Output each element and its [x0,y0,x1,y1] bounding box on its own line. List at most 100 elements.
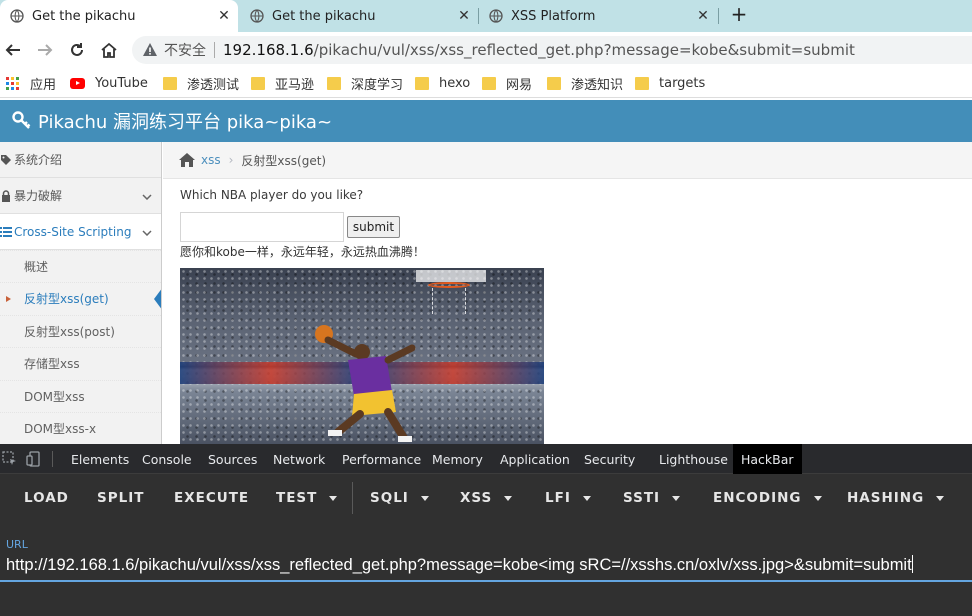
url-path: /pikachu/vul/xss/xss_reflected_get.php?m… [313,41,855,59]
sidebar-item-xss[interactable]: Cross-Site Scripting [0,214,161,250]
submenu-item-reflected-get[interactable]: 反射型xss(get) [0,282,161,314]
folder-icon [415,76,429,90]
button-label: SSTI [623,490,661,506]
sidebar-item-label: Cross-Site Scripting [14,224,132,239]
tab-title: XSS Platform [511,8,596,24]
submenu-item-label: DOM型xss [24,390,85,404]
caret-down-icon [582,495,591,501]
active-arrow-icon [154,287,161,311]
hackbar-load-button[interactable]: LOAD [24,474,69,522]
bookmark-folder-hexo[interactable]: hexo [415,74,470,92]
bookmark-apps[interactable]: 应用 [6,74,56,93]
sidebar-item-intro[interactable]: 系统介绍 [0,142,161,178]
button-label: TEST [276,490,318,506]
folder-icon [163,76,177,90]
home-icon[interactable] [98,40,120,60]
devtools-tab-hackbar[interactable]: HackBar [733,444,802,474]
hackbar-ssti-dropdown[interactable]: SSTI [623,474,681,522]
submenu-item-overview[interactable]: 概述 [0,250,161,282]
bookmark-label: YouTube [95,75,148,91]
devtools-tab-console[interactable]: Console [142,444,192,474]
submit-button[interactable]: submit [347,216,400,238]
bookmark-folder-deep-learning[interactable]: 深度学习 [327,74,403,93]
browser-window: Get the pikachu ✕ Get the pikachu ✕ XSS … [0,0,972,616]
security-label[interactable]: 不安全 [164,40,206,60]
devtools-tab-performance[interactable]: Performance [342,444,421,474]
folder-icon [482,76,496,90]
bookmark-folder-targets[interactable]: targets [635,74,705,92]
devtools-tab-lighthouse[interactable]: Lighthouse [659,444,728,474]
tab-close-icon[interactable]: ✕ [216,8,232,24]
question-text: Which NBA player do you like? [180,188,364,202]
inspect-element-icon[interactable] [2,451,18,467]
result-message: 愿你和kobe一样，永远年轻，永远热血沸腾！ [180,245,425,259]
plus-icon[interactable]: + [728,4,750,26]
submenu-item-reflected-post[interactable]: 反射型xss(post) [0,315,161,347]
bookmark-youtube[interactable]: YouTube [70,74,148,92]
devtools-tab-security[interactable]: Security [584,444,635,474]
bookmark-folder-pentest[interactable]: 渗透测试 [163,74,239,93]
device-toolbar-icon[interactable] [26,451,42,467]
tab-get-the-pikachu-2[interactable]: Get the pikachu ✕ [240,0,478,32]
hackbar-sqli-dropdown[interactable]: SQLI [370,474,429,522]
youtube-icon [70,77,85,89]
submenu-item-dom[interactable]: DOM型xss [0,380,161,412]
hackbar-divider [352,482,353,514]
submenu-item-stored[interactable]: 存储型xss [0,347,161,379]
home-icon[interactable] [179,153,195,167]
devtools-divider [52,451,53,467]
tag-icon [0,154,12,166]
chevron-down-icon [142,225,152,239]
button-label: ENCODING [713,490,802,506]
hackbar-execute-button[interactable]: EXECUTE [174,474,249,522]
caret-down-icon [329,495,338,501]
address-bar[interactable]: 不安全 192.168.1.6/pikachu/vul/xss/xss_refl… [132,36,972,64]
chevron-down-icon [142,189,152,203]
devtools-tab-sources[interactable]: Sources [208,444,257,474]
sidebar: 系统介绍 暴力破解 Cross-Site Scripting 概述 反射型xss… [0,142,162,444]
chevron-right-icon: › [228,153,234,167]
address-url[interactable]: 192.168.1.6/pikachu/vul/xss/xss_reflecte… [223,41,855,59]
tab-separator [718,8,719,24]
bookmark-label: 渗透知识 [571,77,624,93]
tab-close-icon[interactable]: ✕ [695,8,711,24]
tab-close-icon[interactable]: ✕ [456,8,472,24]
submenu-item-label: DOM型xss-x [24,422,97,436]
devtools-tab-application[interactable]: Application [500,444,570,474]
devtools-tab-elements[interactable]: Elements [71,444,129,474]
breadcrumb-link-xss[interactable]: xss [201,153,221,167]
message-input[interactable] [180,212,344,242]
hackbar-url-field[interactable]: URL http://192.168.1.6/pikachu/vul/xss/x… [0,522,972,616]
button-label: LFI [545,490,571,506]
sidebar-item-label: 暴力破解 [14,189,63,203]
button-label: SQLI [370,490,409,506]
hackbar-url-value: http://192.168.1.6/pikachu/vul/xss/xss_r… [6,556,912,574]
hackbar-lfi-dropdown[interactable]: LFI [545,474,591,522]
hackbar-encoding-dropdown[interactable]: ENCODING [713,474,822,522]
player-figure [315,325,416,442]
bookmark-folder-pentest-knowledge[interactable]: 渗透知识 [547,74,624,93]
hackbar-xss-dropdown[interactable]: XSS [460,474,513,522]
bookmark-folder-amazon[interactable]: 亚马逊 [251,74,314,93]
folder-icon [327,76,341,90]
hackbar-hashing-dropdown[interactable]: HASHING [847,474,945,522]
sidebar-item-bruteforce[interactable]: 暴力破解 [0,178,161,214]
hackbar-test-dropdown[interactable]: TEST [276,474,338,522]
bookmark-folder-netease[interactable]: 网易 [482,74,532,93]
forward-arrow-icon[interactable] [34,40,56,60]
submenu-item-dom-x[interactable]: DOM型xss-x [0,412,161,444]
button-label: SPLIT [97,490,145,506]
devtools-tab-network[interactable]: Network [273,444,325,474]
site-brand[interactable]: Pikachu 漏洞练习平台 pika~pika~ [38,108,332,134]
globe-icon [489,9,503,23]
submenu-item-label: 反射型xss(post) [24,325,115,339]
globe-icon [10,9,24,23]
devtools-tab-memory[interactable]: Memory [432,444,483,474]
back-arrow-icon[interactable] [2,40,24,60]
reload-icon[interactable] [66,40,88,60]
hackbar-split-button[interactable]: SPLIT [97,474,144,522]
warning-triangle-icon[interactable] [142,42,158,58]
hackbar-url-input[interactable]: http://192.168.1.6/pikachu/vul/xss/xss_r… [6,555,913,575]
tab-xss-platform[interactable]: XSS Platform ✕ [479,0,717,32]
tab-get-the-pikachu-1[interactable]: Get the pikachu ✕ [0,0,238,32]
